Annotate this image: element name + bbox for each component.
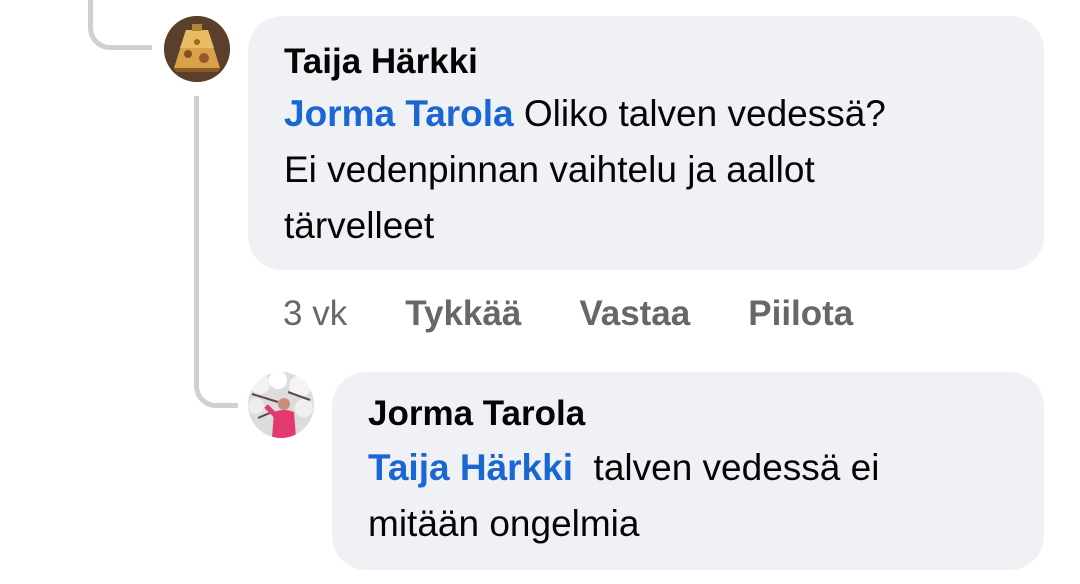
comment-text-line: tärvelleet <box>284 205 435 246</box>
comment-text-line: Ei vedenpinnan vaihtelu ja aallot <box>284 149 815 190</box>
comment-bubble: Taija Härkki Jorma Tarola Oliko talven v… <box>248 16 1044 270</box>
comment-text-line: mitään ongelmia <box>368 503 640 544</box>
reply-connector-line <box>194 96 238 408</box>
reply-bubble: Jorma Tarola Taija Härkki talven vedessä… <box>332 372 1044 570</box>
comment-actions: 3 vk Tykkää Vastaa Piilota <box>283 294 853 334</box>
comment-text: Jorma Tarola Oliko talven vedessä? Ei ve… <box>284 86 1008 254</box>
like-button[interactable]: Tykkää <box>405 294 521 334</box>
lamp-shade-avatar-icon <box>164 16 230 82</box>
hide-button[interactable]: Piilota <box>748 294 853 334</box>
reply-button[interactable]: Vastaa <box>579 294 690 334</box>
avatar[interactable] <box>248 372 314 438</box>
mention-link[interactable]: Taija Härkki <box>368 447 573 488</box>
comment-text-line: talven vedessä ei <box>572 447 880 488</box>
mention-link[interactable]: Jorma Tarola <box>284 93 514 134</box>
avatar[interactable] <box>164 16 230 82</box>
comment-timestamp[interactable]: 3 vk <box>283 294 347 334</box>
comment-author[interactable]: Jorma Tarola <box>368 392 1008 436</box>
comment-text-line: Oliko talven vedessä? <box>513 93 886 134</box>
comment-author[interactable]: Taija Härkki <box>284 40 1008 84</box>
person-blossom-avatar-icon <box>248 372 314 438</box>
comment-text: Taija Härkki talven vedessä ei mitään on… <box>368 440 1008 552</box>
thread-connector-line <box>88 0 152 50</box>
comment-thread: Taija Härkki Jorma Tarola Oliko talven v… <box>0 0 1080 584</box>
